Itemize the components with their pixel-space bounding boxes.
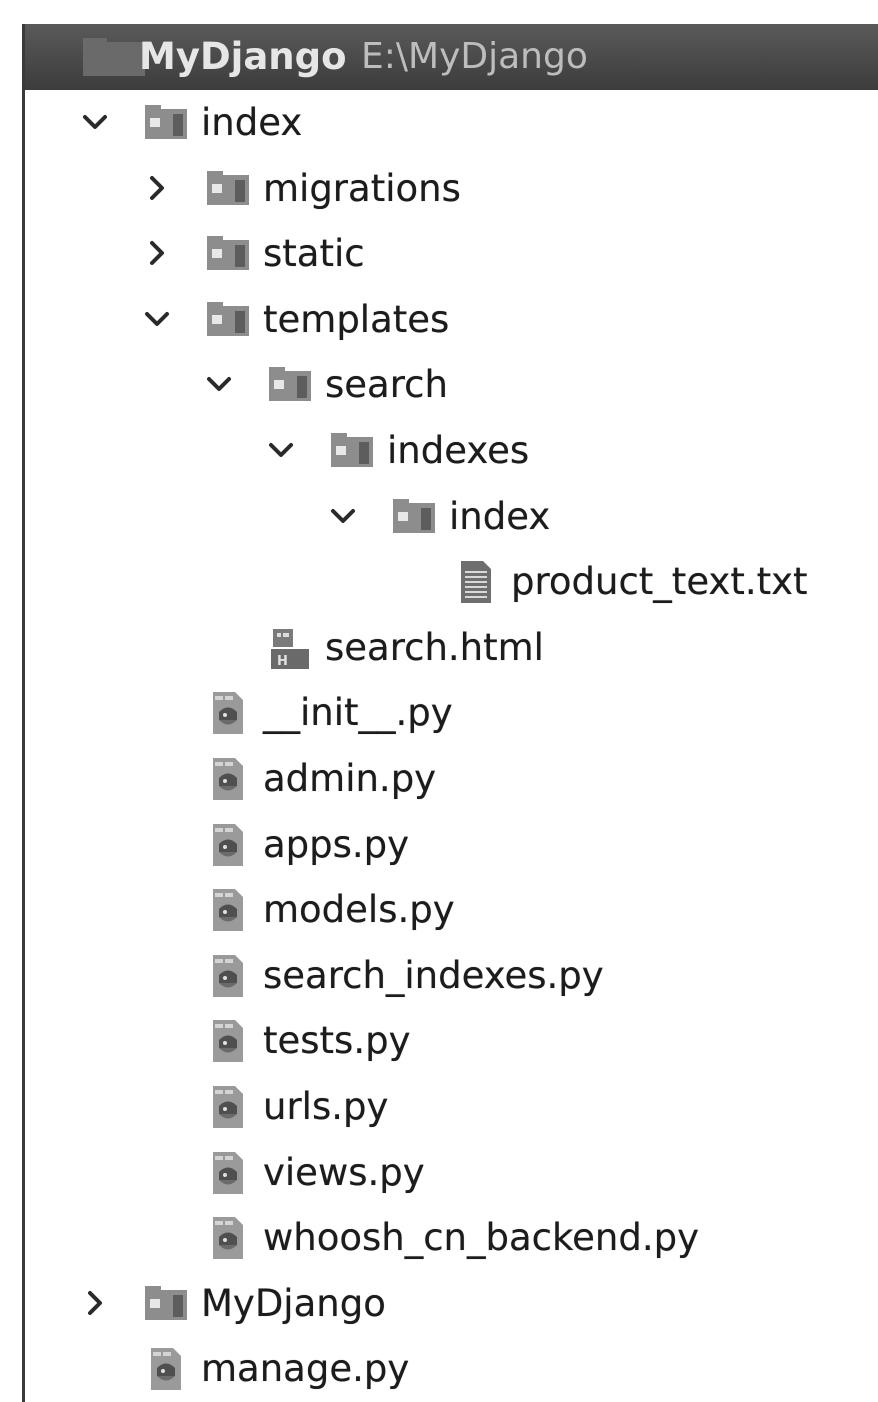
tree-item-search-indexes-py[interactable]: search_indexes.py xyxy=(25,945,878,1009)
tree-item-label: migrations xyxy=(263,166,461,210)
tree-item-label: search_indexes.py xyxy=(263,953,604,997)
tree-item-views-py[interactable]: views.py xyxy=(25,1142,878,1206)
tree-item-migrations[interactable]: migrations xyxy=(25,158,878,222)
chevron-right-icon[interactable] xyxy=(137,164,177,212)
tree-item-label: static xyxy=(263,232,365,276)
tree-item-label: whoosh_cn_backend.py xyxy=(263,1216,699,1260)
chevron-down-icon[interactable] xyxy=(199,360,239,408)
tree-item-search-html[interactable]: Hsearch.html xyxy=(25,617,878,681)
tree-item-label: manage.py xyxy=(201,1347,410,1391)
tree-item-label: __init__.py xyxy=(263,691,453,735)
tree-item-label: tests.py xyxy=(263,1019,411,1063)
folder-icon xyxy=(267,362,313,408)
python-file-icon xyxy=(205,1150,251,1196)
chevron-down-icon[interactable] xyxy=(75,98,115,146)
tree-item-label: index xyxy=(449,494,551,538)
folder-icon xyxy=(143,1281,189,1327)
python-file-icon xyxy=(205,822,251,868)
tree-item-urls-py[interactable]: urls.py xyxy=(25,1076,878,1140)
text-file-icon xyxy=(453,559,499,605)
tree-item-admin-py[interactable]: admin.py xyxy=(25,748,878,812)
python-file-icon xyxy=(205,887,251,933)
tree-item-tests-py[interactable]: tests.py xyxy=(25,1010,878,1074)
python-file-icon xyxy=(205,1215,251,1261)
tree-item-label: indexes xyxy=(387,429,530,472)
html-file-icon: H xyxy=(267,625,313,671)
folder-icon xyxy=(205,166,251,212)
project-path: E:\MyDjango xyxy=(361,36,588,77)
tree-item-label: apps.py xyxy=(263,822,410,866)
tree-item-label: search xyxy=(325,363,448,407)
tree-item-init-py[interactable]: __init__.py xyxy=(25,682,878,746)
python-file-icon xyxy=(205,756,251,802)
tree-item-label: index xyxy=(201,101,303,144)
python-file-icon xyxy=(205,1018,251,1064)
tree-item-static[interactable]: static xyxy=(25,223,878,287)
tree-item-label: product_text.txt xyxy=(511,560,808,604)
tree-item-label: urls.py xyxy=(263,1085,389,1128)
tree-item-templates[interactable]: templates xyxy=(25,289,878,353)
tree-item-indexes[interactable]: indexes xyxy=(25,420,878,484)
folder-icon xyxy=(391,494,437,540)
tree-item-models-py[interactable]: models.py xyxy=(25,879,878,943)
tree-item-mydjango[interactable]: MyDjango xyxy=(25,1273,878,1337)
tree-item-search[interactable]: search xyxy=(25,354,878,418)
tree-item-index-sub[interactable]: index xyxy=(25,486,878,550)
project-folder-icon xyxy=(83,38,145,76)
chevron-down-icon[interactable] xyxy=(261,426,301,474)
tree-item-label: templates xyxy=(263,297,450,341)
python-file-icon xyxy=(143,1346,189,1392)
tree-item-whoosh-cn-backend-py[interactable]: whoosh_cn_backend.py xyxy=(25,1207,878,1271)
tree-item-product-text-txt[interactable]: product_text.txt xyxy=(25,551,878,615)
tree-item-label: search.html xyxy=(325,625,544,669)
python-file-icon xyxy=(205,690,251,736)
folder-icon xyxy=(205,297,251,343)
chevron-right-icon[interactable] xyxy=(137,229,177,277)
tree-item-label: MyDjango xyxy=(201,1281,386,1325)
folder-icon xyxy=(205,231,251,277)
tree-item-manage-py[interactable]: manage.py xyxy=(25,1338,878,1402)
python-file-icon xyxy=(205,953,251,999)
project-name: MyDjango xyxy=(139,35,347,78)
folder-icon xyxy=(329,428,375,474)
chevron-down-icon[interactable] xyxy=(323,492,363,540)
python-file-icon xyxy=(205,1084,251,1130)
tree-item-apps-py[interactable]: apps.py xyxy=(25,814,878,878)
tree-item-label: views.py xyxy=(263,1150,425,1194)
tree-item-index[interactable]: index xyxy=(25,92,878,156)
folder-icon xyxy=(143,100,189,146)
tree-item-label: models.py xyxy=(263,888,455,932)
svg-text:H: H xyxy=(277,654,288,669)
chevron-down-icon[interactable] xyxy=(137,295,177,343)
project-header[interactable]: MyDjango E:\MyDjango xyxy=(25,24,878,90)
chevron-right-icon[interactable] xyxy=(75,1279,115,1327)
tree-item-label: admin.py xyxy=(263,757,437,800)
